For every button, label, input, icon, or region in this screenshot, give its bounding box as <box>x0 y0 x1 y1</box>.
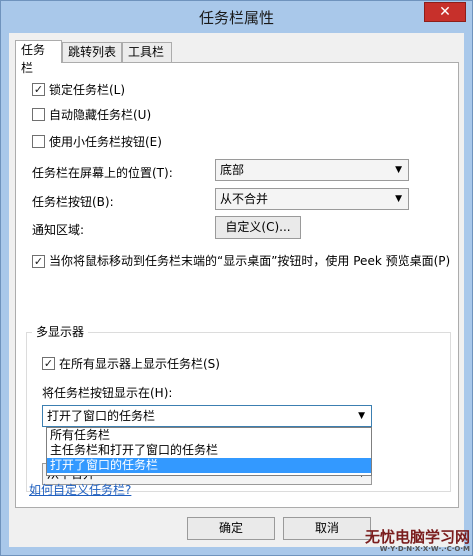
help-link[interactable]: 如何自定义任务栏? <box>29 481 131 498</box>
tab-taskbar[interactable]: 任务栏 <box>15 40 62 75</box>
site-watermark: 无忧电脑学习网 W·Y·D·N·X·X·W·.·C·O·M <box>344 529 470 553</box>
show-buttons-dropdown-arrow-icon: ▼ <box>358 411 365 421</box>
peek-option[interactable]: ✓ 当你将鼠标移动到任务栏末端的“显示桌面”按钮时，使用 Peek 预览桌面(P… <box>32 253 452 269</box>
peek-label: 当你将鼠标移动到任务栏末端的“显示桌面”按钮时，使用 Peek 预览桌面(P) <box>49 254 451 268</box>
show-buttons-label: 将任务栏按钮显示在(H): <box>42 386 173 400</box>
customize-button[interactable]: 自定义(C)... <box>215 216 301 239</box>
show-buttons-dropdown-list: 所有任务栏 主任务栏和打开了窗口的任务栏 打开了窗口的任务栏 <box>46 427 372 476</box>
small-buttons-checkbox[interactable] <box>32 135 45 148</box>
dialog-window: 任务栏属性 ✕ 任务栏 跳转列表 工具栏 ✓ 锁定任务栏(L) 自动隐藏任务栏(… <box>0 0 473 556</box>
buttons-label: 任务栏按钮(B): <box>32 195 114 209</box>
show-buttons-select[interactable]: 打开了窗口的任务栏 ▼ <box>42 405 372 427</box>
watermark-subtext: W·Y·D·N·X·X·W·.·C·O·M <box>379 545 470 553</box>
ok-button[interactable]: 确定 <box>187 517 275 540</box>
buttons-select[interactable]: 从不合并 ▼ <box>215 188 409 210</box>
tab-toolbars[interactable]: 工具栏 <box>122 42 172 62</box>
buttons-value: 从不合并 <box>220 192 269 206</box>
show-all-displays-checkbox[interactable]: ✓ <box>42 357 55 370</box>
taskbar-panel: ✓ 锁定任务栏(L) 自动隐藏任务栏(U) 使用小任务栏按钮(E) 任务栏在屏幕… <box>15 62 459 508</box>
position-dropdown-arrow-icon: ▼ <box>395 165 402 175</box>
lock-taskbar-option[interactable]: ✓ 锁定任务栏(L) <box>32 81 125 98</box>
dropdown-option-open-windows[interactable]: 打开了窗口的任务栏 <box>47 458 371 473</box>
buttons-dropdown-arrow-icon: ▼ <box>395 194 402 204</box>
small-buttons-label: 使用小任务栏按钮(E) <box>49 135 162 149</box>
small-buttons-option[interactable]: 使用小任务栏按钮(E) <box>32 133 162 150</box>
position-label: 任务栏在屏幕上的位置(T): <box>32 166 173 180</box>
lock-taskbar-label: 锁定任务栏(L) <box>49 83 126 97</box>
dropdown-option-main-and-open[interactable]: 主任务栏和打开了窗口的任务栏 <box>47 443 371 458</box>
notification-label: 通知区域: <box>32 223 85 237</box>
title-bar[interactable]: 任务栏属性 ✕ <box>1 1 472 33</box>
autohide-option[interactable]: 自动隐藏任务栏(U) <box>32 106 151 123</box>
show-all-displays-label: 在所有显示器上显示任务栏(S) <box>59 357 220 371</box>
show-buttons-value: 打开了窗口的任务栏 <box>47 409 156 423</box>
position-value: 底部 <box>220 163 245 177</box>
tab-jump-lists[interactable]: 跳转列表 <box>62 42 122 62</box>
dialog-client: 任务栏 跳转列表 工具栏 ✓ 锁定任务栏(L) 自动隐藏任务栏(U) 使用小任务… <box>9 33 464 547</box>
lock-taskbar-checkbox[interactable]: ✓ <box>32 83 45 96</box>
position-select[interactable]: 底部 ▼ <box>215 159 409 181</box>
close-button[interactable]: ✕ <box>424 2 466 22</box>
peek-checkbox[interactable]: ✓ <box>32 255 45 268</box>
autohide-checkbox[interactable] <box>32 108 45 121</box>
autohide-label: 自动隐藏任务栏(U) <box>49 108 152 122</box>
window-title: 任务栏属性 <box>198 9 274 27</box>
multi-display-group-title: 多显示器 <box>32 323 89 340</box>
dropdown-option-all[interactable]: 所有任务栏 <box>47 428 371 443</box>
show-all-displays-option[interactable]: ✓ 在所有显示器上显示任务栏(S) <box>42 355 220 372</box>
watermark-text: 无忧电脑学习网 <box>364 528 470 546</box>
